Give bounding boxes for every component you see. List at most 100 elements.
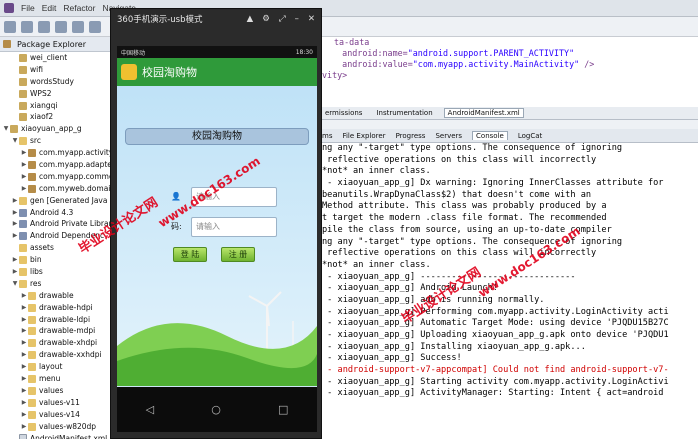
login-button[interactable]: 登 陆: [173, 247, 207, 262]
tree-item[interactable]: ▶ drawable-xhdpi: [0, 337, 117, 349]
tree-item[interactable]: ▼ res: [0, 278, 117, 290]
password-input[interactable]: 请输入: [191, 217, 277, 237]
tab-logcat[interactable]: LogCat: [518, 132, 542, 140]
tree-item[interactable]: ▶ com.myapp.adapte: [0, 159, 117, 171]
expand-arrow-icon[interactable]: ▶: [20, 325, 28, 337]
expand-arrow-icon[interactable]: ▶: [20, 183, 28, 195]
fullscreen-icon[interactable]: ⤢: [279, 14, 286, 24]
tree-item[interactable]: xiaof2: [0, 111, 117, 123]
menu-file[interactable]: File: [21, 3, 35, 13]
home-icon[interactable]: ○: [211, 403, 221, 416]
expand-arrow-icon[interactable]: ▶: [11, 266, 19, 278]
tree-item[interactable]: xiangqi: [0, 100, 117, 112]
package-explorer-title[interactable]: Package Explorer: [17, 40, 86, 49]
register-button[interactable]: 注 册: [221, 247, 255, 262]
debug-icon[interactable]: [55, 20, 67, 33]
tab-problems[interactable]: ms: [322, 132, 332, 140]
pin-icon[interactable]: ▲: [247, 14, 254, 24]
expand-arrow-icon[interactable]: ▼: [11, 135, 19, 147]
expand-arrow-icon[interactable]: ▶: [20, 361, 28, 373]
console-output[interactable]: ng any "-target" type options. The conse…: [322, 143, 698, 439]
expand-arrow-icon[interactable]: ▶: [20, 337, 28, 349]
status-bar: 中国移动 18:30: [117, 46, 317, 58]
library-icon: [19, 232, 27, 241]
tree-item[interactable]: wifi: [0, 64, 117, 76]
tree-item[interactable]: ▼ src: [0, 135, 117, 147]
run-icon[interactable]: [72, 20, 84, 33]
tab-android-manifest[interactable]: AndroidManifest.xml: [443, 108, 524, 118]
back-icon[interactable]: ◁: [146, 403, 154, 416]
tree-item[interactable]: ▶ drawable-xxhdpi: [0, 349, 117, 361]
tree-item[interactable]: WPS2: [0, 88, 117, 100]
tab-console[interactable]: Console: [472, 131, 508, 140]
expand-arrow-icon[interactable]: ▶: [20, 171, 28, 183]
tree-item-label: src: [30, 136, 41, 146]
tree-item[interactable]: ▶ drawable: [0, 290, 117, 302]
expand-arrow-icon[interactable]: ▶: [20, 159, 28, 171]
bottom-panel-tabs: ms File Explorer Progress Servers Consol…: [322, 129, 698, 143]
expand-arrow-icon[interactable]: ▶: [20, 314, 28, 326]
expand-arrow-icon[interactable]: ▶: [20, 421, 28, 433]
expand-arrow-icon[interactable]: ▶: [20, 147, 28, 159]
expand-arrow-icon[interactable]: ▶: [11, 254, 19, 266]
expand-arrow-icon[interactable]: ▶: [20, 349, 28, 361]
console-line: - xiaoyuan_app_g] Installing xiaoyuan_ap…: [322, 341, 586, 352]
tree-item[interactable]: ▶ bin: [0, 254, 117, 266]
expand-arrow-icon[interactable]: ▶: [11, 195, 19, 207]
tab-file-explorer[interactable]: File Explorer: [342, 132, 385, 140]
tree-item[interactable]: ▶ menu: [0, 373, 117, 385]
save-icon[interactable]: [21, 20, 33, 33]
tab-progress[interactable]: Progress: [396, 132, 426, 140]
expand-arrow-icon[interactable]: ▶: [11, 230, 19, 242]
tree-item[interactable]: ▶ values-v11: [0, 397, 117, 409]
search-icon[interactable]: [89, 20, 101, 33]
tree-item[interactable]: ▶ drawable-ldpi: [0, 314, 117, 326]
tree-item[interactable]: ▶ libs: [0, 266, 117, 278]
expand-arrow-icon[interactable]: ▶: [20, 409, 28, 421]
folder-icon: [19, 267, 27, 276]
expand-arrow-icon[interactable]: ▶: [20, 397, 28, 409]
package-icon: [28, 184, 36, 193]
folder-icon: [28, 291, 36, 300]
tree-item[interactable]: ▶ values: [0, 385, 117, 397]
tree-item[interactable]: AndroidManifest.xml: [0, 433, 117, 439]
expand-arrow-icon[interactable]: ▶: [20, 373, 28, 385]
console-line: reflective operations on this class will…: [322, 154, 597, 165]
menu-refactor[interactable]: Refactor: [63, 3, 95, 13]
expand-arrow-icon[interactable]: ▶: [20, 302, 28, 314]
tree-item[interactable]: ▶ com.myweb.domain: [0, 183, 117, 195]
close-icon[interactable]: ✕: [308, 14, 315, 24]
emulator-title: 360手机演示-usb模式: [117, 15, 203, 25]
new-icon[interactable]: [4, 20, 16, 33]
tree-item[interactable]: ▶ layout: [0, 361, 117, 373]
tree-item[interactable]: wordsStudy: [0, 76, 117, 88]
tree-item[interactable]: ▼ xiaoyuan_app_g: [0, 123, 117, 135]
tree-item[interactable]: ▶ gen [Generated Java Fi: [0, 195, 117, 207]
tree-item[interactable]: ▶ drawable-hdpi: [0, 302, 117, 314]
expand-arrow-icon[interactable]: ▼: [2, 123, 10, 135]
tree-item[interactable]: ▶ com.myapp.activity: [0, 147, 117, 159]
tree-item[interactable]: ▶ values-v14: [0, 409, 117, 421]
tab-instrumentation[interactable]: Instrumentation: [373, 109, 435, 117]
expand-arrow-icon[interactable]: ▶: [20, 290, 28, 302]
xml-editor[interactable]: ta-data android:name="android.support.PA…: [322, 37, 698, 107]
app-icon: [121, 64, 137, 80]
tree-item[interactable]: wei_client: [0, 52, 117, 64]
minimize-icon[interactable]: –: [295, 14, 299, 24]
settings-icon[interactable]: ⚙: [262, 14, 270, 24]
tree-item[interactable]: ▶ Android 4.3: [0, 207, 117, 219]
expand-arrow-icon[interactable]: ▶: [11, 207, 19, 219]
tree-item[interactable]: ▶ values-w820dp: [0, 421, 117, 433]
recent-apps-icon[interactable]: □: [278, 403, 288, 416]
tab-permissions[interactable]: ermissions: [322, 109, 365, 117]
username-label-icon: 👤: [171, 192, 181, 201]
expand-arrow-icon[interactable]: ▼: [11, 278, 19, 290]
tree-item[interactable]: ▶ drawable-mdpi: [0, 325, 117, 337]
expand-arrow-icon[interactable]: ▶: [11, 218, 19, 230]
folder-icon: [28, 327, 36, 336]
menu-edit[interactable]: Edit: [42, 3, 57, 13]
print-icon[interactable]: [38, 20, 50, 33]
tab-servers[interactable]: Servers: [435, 132, 462, 140]
tree-item[interactable]: ▶ com.myapp.commo: [0, 171, 117, 183]
expand-arrow-icon[interactable]: ▶: [20, 385, 28, 397]
